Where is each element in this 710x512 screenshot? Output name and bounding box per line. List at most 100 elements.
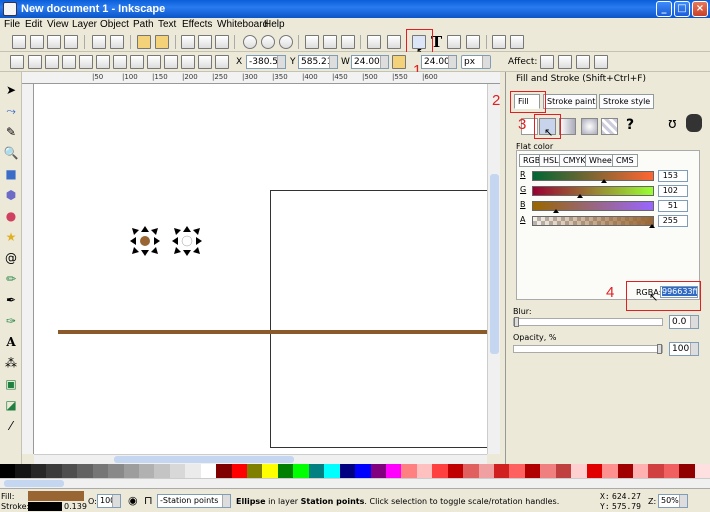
palette-swatch[interactable] <box>61 464 78 478</box>
move-patterns-icon[interactable] <box>594 55 608 69</box>
selected-ellipse-with-handles[interactable] <box>130 226 160 256</box>
palette-swatch[interactable] <box>571 464 587 478</box>
palette-swatch[interactable] <box>648 464 664 478</box>
brown-line-object[interactable] <box>58 330 487 334</box>
menu-edit[interactable]: Edit <box>25 19 42 30</box>
selector-tool-icon[interactable]: ➤ <box>3 82 19 98</box>
eye-icon[interactable]: ◉ <box>128 494 138 507</box>
group-icon[interactable] <box>305 35 319 49</box>
palette-swatch[interactable] <box>293 464 309 478</box>
palette-swatch[interactable] <box>138 464 155 478</box>
xml-editor-icon[interactable] <box>447 35 461 49</box>
preferences-icon[interactable] <box>492 35 506 49</box>
rotate-ccw-icon[interactable] <box>62 55 76 69</box>
gradient-tool-icon[interactable]: ▣ <box>3 376 19 392</box>
palette-swatch[interactable] <box>231 464 247 478</box>
radial-gradient-button[interactable] <box>581 118 598 135</box>
move-gradients-icon[interactable] <box>576 55 590 69</box>
select-all-icon[interactable] <box>10 55 24 69</box>
palette-swatch[interactable] <box>694 464 710 478</box>
palette-swatch[interactable] <box>46 464 62 478</box>
import-icon[interactable] <box>92 35 106 49</box>
lock-icon[interactable] <box>392 55 406 69</box>
zoom-drawing-icon[interactable] <box>261 35 275 49</box>
stroke-swatch[interactable] <box>28 502 62 511</box>
scale-corners-icon[interactable] <box>558 55 572 69</box>
palette-swatch[interactable] <box>277 464 294 478</box>
palette-swatch[interactable] <box>555 464 572 478</box>
palette-swatch[interactable] <box>524 464 541 478</box>
rectangle-tool-icon[interactable]: ■ <box>3 166 19 182</box>
channel-marker[interactable] <box>649 224 655 228</box>
channel-marker[interactable] <box>553 209 559 213</box>
palette-swatch[interactable] <box>370 464 386 478</box>
x-input[interactable]: -380.50 <box>246 55 286 69</box>
undo-icon[interactable] <box>137 35 151 49</box>
fill-swatch[interactable] <box>28 491 84 501</box>
layer-select[interactable]: -Station points <box>157 494 231 508</box>
new-document-icon[interactable] <box>12 35 26 49</box>
palette-swatch[interactable] <box>77 464 93 478</box>
raise-icon[interactable] <box>147 55 161 69</box>
subtab-cms[interactable]: CMS <box>612 154 638 167</box>
clone-icon[interactable] <box>323 35 337 49</box>
lock-icon[interactable]: ⊓ <box>144 494 153 507</box>
menu-text[interactable]: Text <box>158 19 176 30</box>
raise-to-top-icon[interactable] <box>130 55 144 69</box>
palette-swatch[interactable] <box>679 464 695 478</box>
palette-swatch[interactable] <box>247 464 263 478</box>
object-properties-icon[interactable] <box>387 35 401 49</box>
palette-swatch[interactable] <box>200 464 217 478</box>
palette-swatch[interactable] <box>185 464 201 478</box>
open-icon[interactable] <box>30 35 44 49</box>
palette-swatch[interactable] <box>216 464 232 478</box>
width-input[interactable]: 24.000 <box>351 55 389 69</box>
spiral-tool-icon[interactable]: @ <box>3 250 19 266</box>
y-input[interactable]: 585.21 <box>298 55 338 69</box>
palette-swatch[interactable] <box>15 464 31 478</box>
redo-icon[interactable] <box>155 35 169 49</box>
scroll-thumb[interactable] <box>114 456 294 463</box>
palette-swatch[interactable] <box>463 464 479 478</box>
palette-swatch[interactable] <box>385 464 402 478</box>
palette-scrollbar[interactable] <box>0 478 710 488</box>
unit-select[interactable]: px <box>461 55 491 69</box>
paint-bucket-tool-icon[interactable]: ◪ <box>3 397 19 413</box>
slider-handle[interactable] <box>514 317 519 327</box>
palette-swatch[interactable] <box>494 464 510 478</box>
palette-swatch[interactable] <box>617 464 633 478</box>
dropper-tool-icon[interactable]: ⁄ <box>3 418 19 434</box>
palette-swatch[interactable] <box>262 464 278 478</box>
channel-value-a[interactable]: 255 <box>658 215 688 227</box>
copy-icon[interactable] <box>215 35 229 49</box>
palette-swatch[interactable] <box>509 464 525 478</box>
rotate-cw-icon[interactable] <box>79 55 93 69</box>
palette-swatch[interactable] <box>416 464 433 478</box>
document-properties-icon[interactable] <box>510 35 524 49</box>
pencil-tool-icon[interactable]: ✏ <box>3 271 19 287</box>
fill-rule-evenodd-icon[interactable]: ʊ <box>668 116 677 132</box>
star-tool-icon[interactable]: ★ <box>3 229 19 245</box>
palette-swatch[interactable] <box>324 464 340 478</box>
horizontal-scrollbar[interactable] <box>34 454 487 464</box>
blur-input[interactable]: 0.0 <box>669 315 699 329</box>
channel-slider-a[interactable] <box>532 216 654 226</box>
linear-gradient-button[interactable] <box>559 118 576 135</box>
flip-vertical-icon[interactable] <box>113 55 127 69</box>
palette-swatch[interactable] <box>123 464 139 478</box>
menu-view[interactable]: View <box>47 19 69 30</box>
vertical-scrollbar[interactable] <box>487 84 500 454</box>
3d-box-tool-icon[interactable]: ⬢ <box>3 187 19 203</box>
menu-whiteboard[interactable]: Whiteboard <box>217 19 268 30</box>
select-all-layers-icon[interactable] <box>28 55 42 69</box>
node-tool-icon[interactable]: ⤳ <box>3 103 19 119</box>
zoom-input[interactable]: 50% <box>658 494 688 508</box>
zoom-selection-icon[interactable] <box>243 35 257 49</box>
cut-icon[interactable] <box>198 35 212 49</box>
tab-stroke-style[interactable]: Stroke style <box>599 94 654 109</box>
palette-swatch[interactable] <box>308 464 325 478</box>
duplicate-icon[interactable] <box>181 35 195 49</box>
palette-swatch[interactable] <box>632 464 649 478</box>
palette-swatch[interactable] <box>432 464 448 478</box>
menu-effects[interactable]: Effects <box>182 19 212 30</box>
